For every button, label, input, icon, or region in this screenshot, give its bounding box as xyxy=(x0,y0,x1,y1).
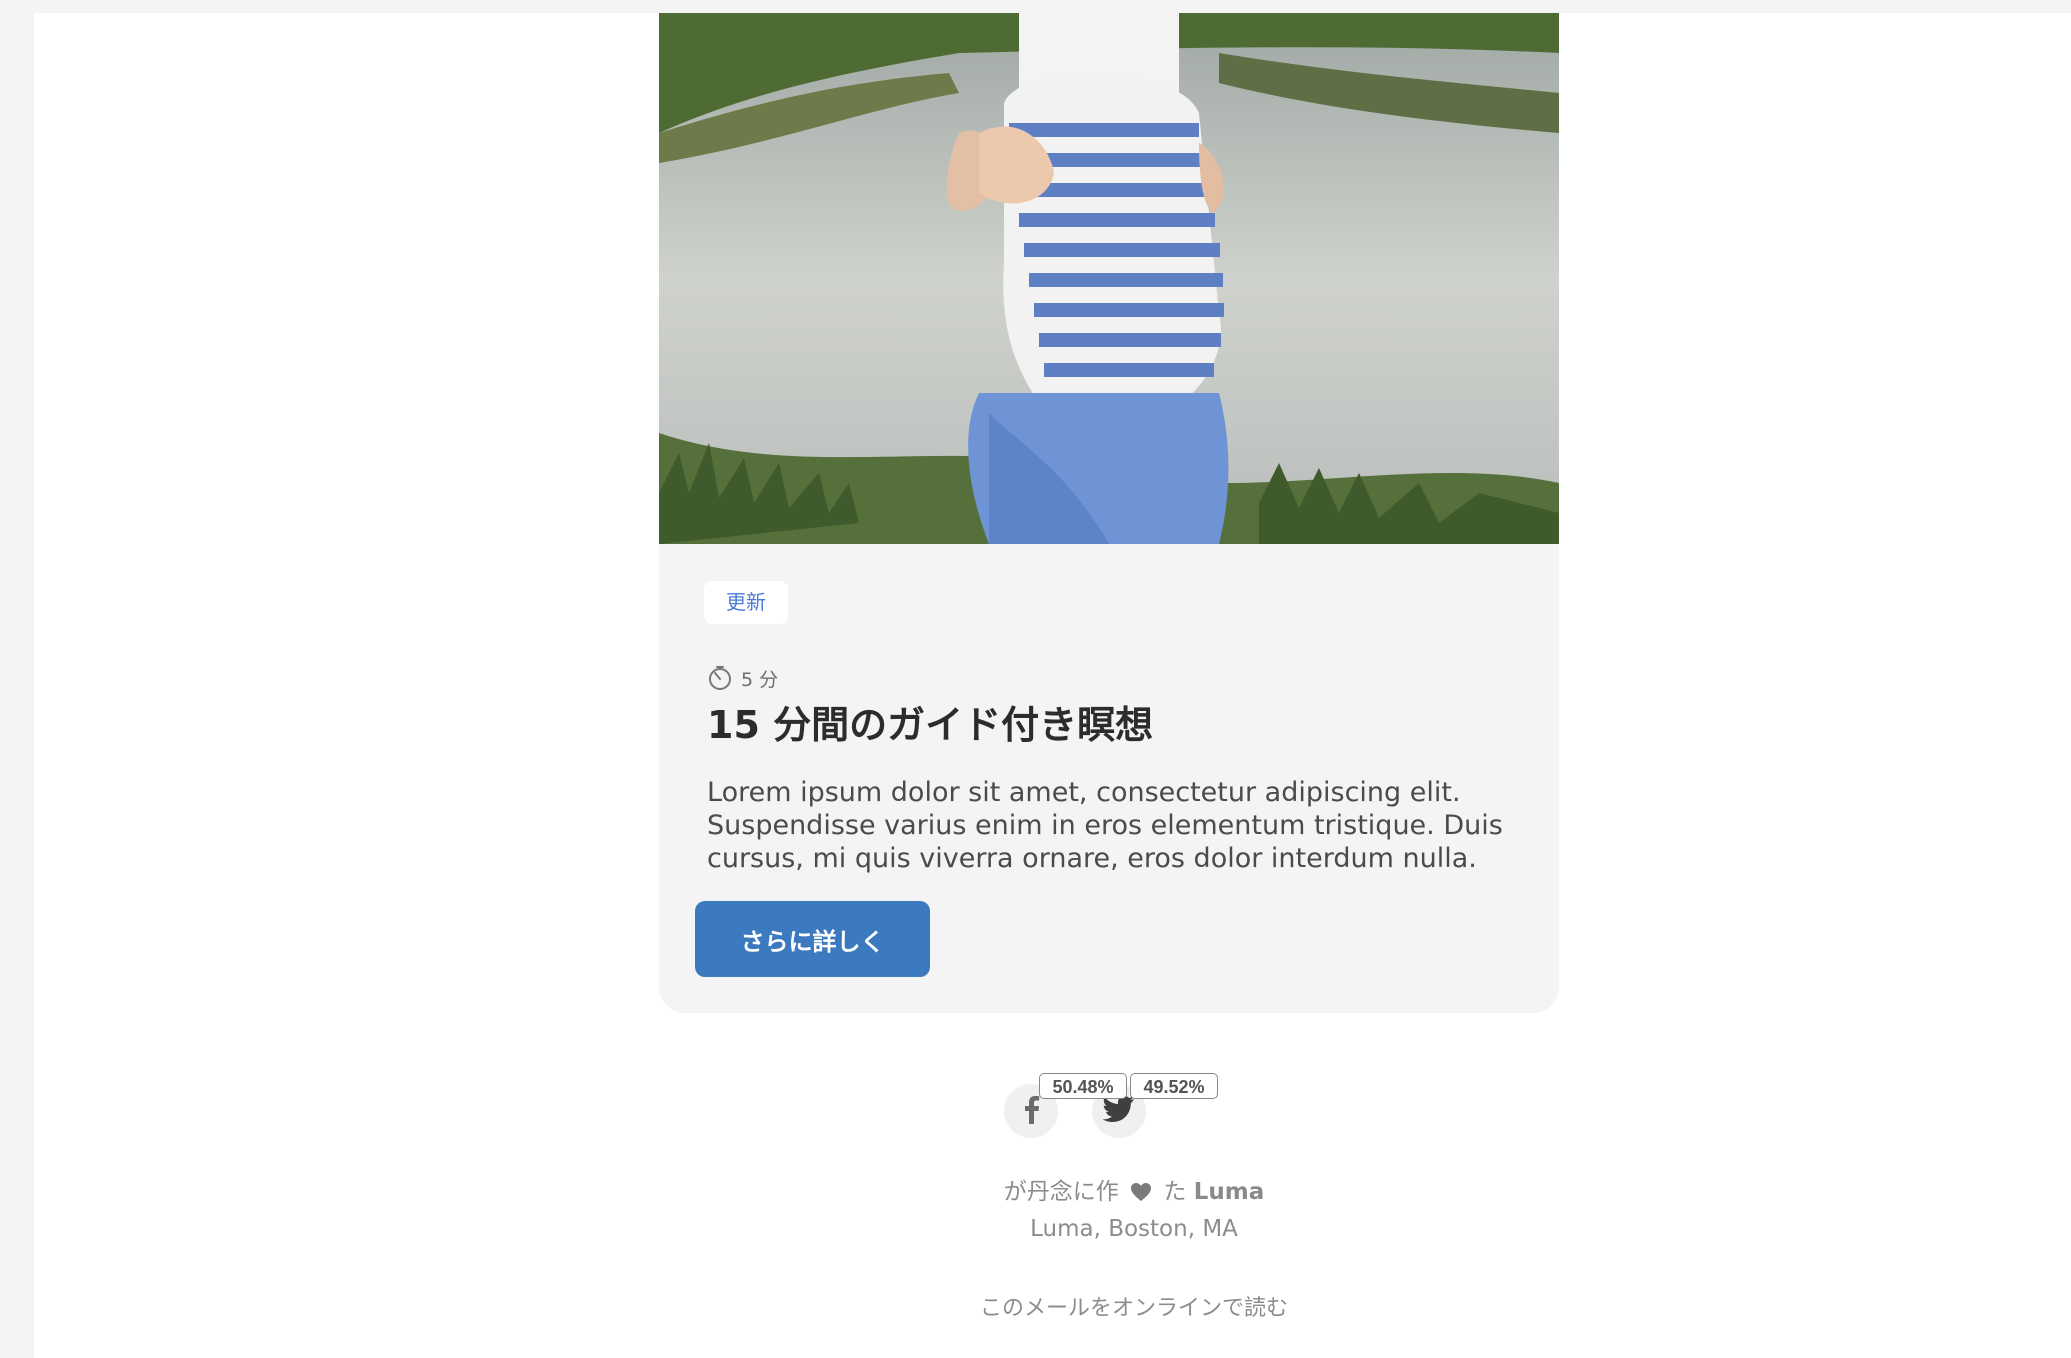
article-title: 15 分間のガイド付き瞑想 xyxy=(707,703,1154,747)
company-address: Luma, Boston, MA xyxy=(1030,1216,1238,1242)
learn-more-button[interactable]: さらに詳しく xyxy=(695,901,930,977)
made-prefix: が丹念に作 xyxy=(1003,1179,1119,1205)
email-body: 更新 5 分 15 分間のガイド付き瞑想 Lorem ipsum dolor s… xyxy=(34,13,2071,1358)
made-mid: た xyxy=(1163,1179,1187,1205)
stopwatch-icon xyxy=(707,665,733,691)
read-online-link[interactable]: このメールをオンラインで読む xyxy=(734,1290,1534,1322)
facebook-share-percent: 50.48% xyxy=(1039,1073,1127,1099)
twitter-share-percent: 49.52% xyxy=(1130,1073,1218,1099)
article-body: Lorem ipsum dolor sit amet, consectetur … xyxy=(707,777,1503,874)
read-time-label: 5 分 xyxy=(741,668,779,691)
brand-name: Luma xyxy=(1193,1179,1265,1205)
heart-icon xyxy=(1126,1179,1163,1205)
facebook-icon xyxy=(1019,1094,1043,1128)
update-tag: 更新 xyxy=(704,581,788,624)
article-card: 更新 5 分 15 分間のガイド付き瞑想 Lorem ipsum dolor s… xyxy=(659,13,1559,1013)
read-time: 5 分 xyxy=(707,663,778,693)
hero-image xyxy=(659,13,1559,544)
footer: が丹念に作 た Luma Luma, Boston, MA xyxy=(734,1173,1534,1247)
made-with-love-line: が丹念に作 た Luma xyxy=(734,1173,1534,1211)
